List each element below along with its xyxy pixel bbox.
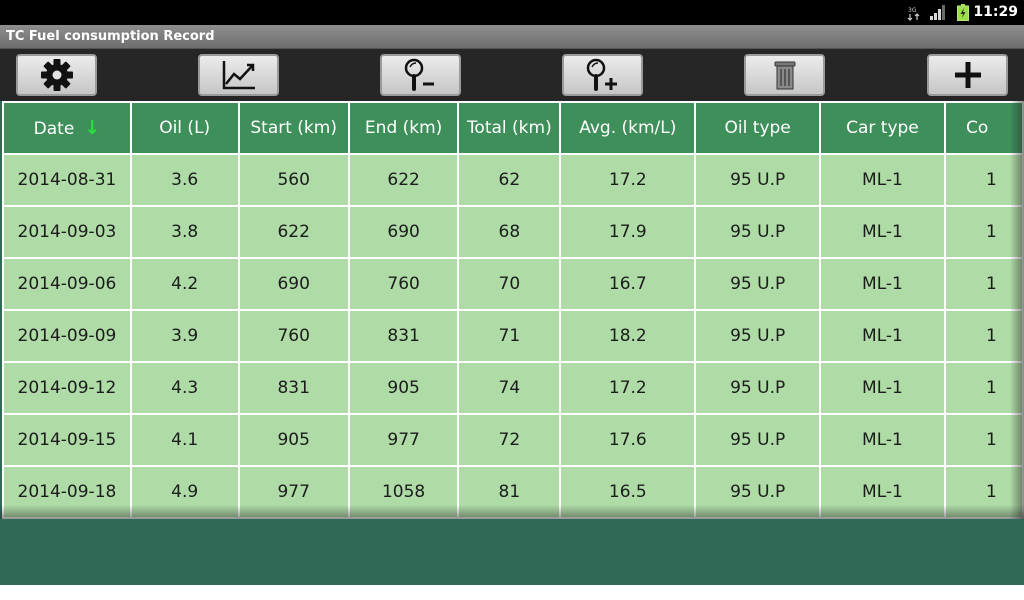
cell-avg: 17.2 (559, 153, 697, 207)
cell-start: 690 (237, 257, 350, 311)
signal-icon (930, 5, 945, 20)
table-row[interactable]: 2014-09-12 4.3 831 905 74 17.2 95 U.P ML… (2, 361, 1024, 415)
cell-oil: 3.8 (129, 205, 240, 259)
column-header-oil-type[interactable]: Oil type (694, 101, 821, 155)
cell-oil: 4.2 (129, 257, 240, 311)
column-header-oil[interactable]: Oil (L) (129, 101, 240, 155)
svg-text:3G: 3G (908, 7, 917, 14)
cell-end: 905 (347, 361, 460, 415)
cell-start: 760 (237, 309, 350, 363)
cell-total: 71 (457, 309, 562, 363)
table-row[interactable]: 2014-09-15 4.1 905 977 72 17.6 95 U.P ML… (2, 413, 1024, 467)
status-time: 11:29 (973, 4, 1018, 20)
cell-avg: 17.9 (559, 205, 697, 259)
cell-end: 622 (347, 153, 460, 207)
cell-end: 977 (347, 413, 460, 467)
column-header-end[interactable]: End (km) (347, 101, 460, 155)
cell-oil: 4.3 (129, 361, 240, 415)
cell-oil-type: 95 U.P (694, 361, 821, 415)
app-title: TC Fuel consumption Record (6, 29, 215, 44)
cell-avg: 18.2 (559, 309, 697, 363)
plus-icon (954, 62, 981, 88)
records-table: Date ↓ Oil (L) Start (km) End (km) Total … (2, 101, 1024, 519)
network-icon: 3G (907, 7, 920, 21)
zoom-out-button[interactable] (380, 54, 461, 96)
cell-avg: 17.2 (559, 361, 697, 415)
column-header-date[interactable]: Date ↓ (2, 101, 132, 155)
cell-oil: 3.6 (129, 153, 240, 207)
records-table-area: Date ↓ Oil (L) Start (km) End (km) Total … (0, 101, 1024, 519)
trash-icon (774, 61, 795, 90)
cell-total: 74 (457, 361, 562, 415)
cell-total: 70 (457, 257, 562, 311)
table-row[interactable]: 2014-09-03 3.8 622 690 68 17.9 95 U.P ML… (2, 205, 1024, 259)
zoom-in-icon (586, 58, 617, 91)
cell-date: 2014-09-09 (2, 309, 132, 363)
settings-button[interactable] (16, 54, 97, 96)
cell-car-type: ML-1 (818, 205, 946, 259)
app-screen: 3G 11:29 TC Fuel consumption Record Date… (0, 0, 1024, 600)
cell-avg: 17.6 (559, 413, 697, 467)
cell-start: 831 (237, 361, 350, 415)
table-row[interactable]: 2014-09-06 4.2 690 760 70 16.7 95 U.P ML… (2, 257, 1024, 311)
cell-date: 2014-09-15 (2, 413, 132, 467)
column-header-start[interactable]: Start (km) (237, 101, 350, 155)
cell-end: 831 (347, 309, 460, 363)
cell-start: 560 (237, 153, 350, 207)
cell-end: 760 (347, 257, 460, 311)
cell-date: 2014-09-03 (2, 205, 132, 259)
cell-car-type: ML-1 (818, 257, 946, 311)
column-header-total[interactable]: Total (km) (457, 101, 562, 155)
status-bar: 3G 11:29 (0, 0, 1024, 25)
scroll-fade-right (1010, 101, 1024, 519)
scroll-fade-bottom (0, 505, 1024, 519)
cell-oil: 3.9 (129, 309, 240, 363)
cell-avg: 16.7 (559, 257, 697, 311)
sort-arrow-icon: ↓ (84, 117, 101, 139)
cell-total: 72 (457, 413, 562, 467)
chart-button[interactable] (198, 54, 279, 96)
cell-car-type: ML-1 (818, 413, 946, 467)
empty-list-area (0, 519, 1024, 585)
cell-date: 2014-08-31 (2, 153, 132, 207)
cell-oil-type: 95 U.P (694, 205, 821, 259)
table-header-row: Date ↓ Oil (L) Start (km) End (km) Total … (2, 101, 1024, 155)
cell-date: 2014-09-12 (2, 361, 132, 415)
chart-icon (222, 61, 255, 90)
gear-icon (40, 59, 73, 91)
battery-icon (957, 4, 969, 21)
cell-car-type: ML-1 (818, 153, 946, 207)
zoom-out-icon (404, 58, 434, 91)
delete-button[interactable] (744, 54, 825, 96)
table-body: 2014-08-31 3.6 560 622 62 17.2 95 U.P ML… (2, 153, 1024, 519)
cell-total: 68 (457, 205, 562, 259)
title-bar: TC Fuel consumption Record (0, 25, 1024, 49)
cell-oil: 4.1 (129, 413, 240, 467)
cell-car-type: ML-1 (818, 309, 946, 363)
table-row[interactable]: 2014-09-09 3.9 760 831 71 18.2 95 U.P ML… (2, 309, 1024, 363)
zoom-in-button[interactable] (562, 54, 643, 96)
column-header-car-type[interactable]: Car type (818, 101, 946, 155)
cell-oil-type: 95 U.P (694, 309, 821, 363)
toolbar (0, 49, 1024, 101)
cell-car-type: ML-1 (818, 361, 946, 415)
cell-start: 622 (237, 205, 350, 259)
cell-oil-type: 95 U.P (694, 257, 821, 311)
cell-end: 690 (347, 205, 460, 259)
cell-oil-type: 95 U.P (694, 153, 821, 207)
add-record-button[interactable] (927, 54, 1008, 96)
cell-oil-type: 95 U.P (694, 413, 821, 467)
cell-total: 62 (457, 153, 562, 207)
cell-date: 2014-09-06 (2, 257, 132, 311)
column-header-avg[interactable]: Avg. (km/L) (559, 101, 697, 155)
cell-start: 905 (237, 413, 350, 467)
table-row[interactable]: 2014-08-31 3.6 560 622 62 17.2 95 U.P ML… (2, 153, 1024, 207)
